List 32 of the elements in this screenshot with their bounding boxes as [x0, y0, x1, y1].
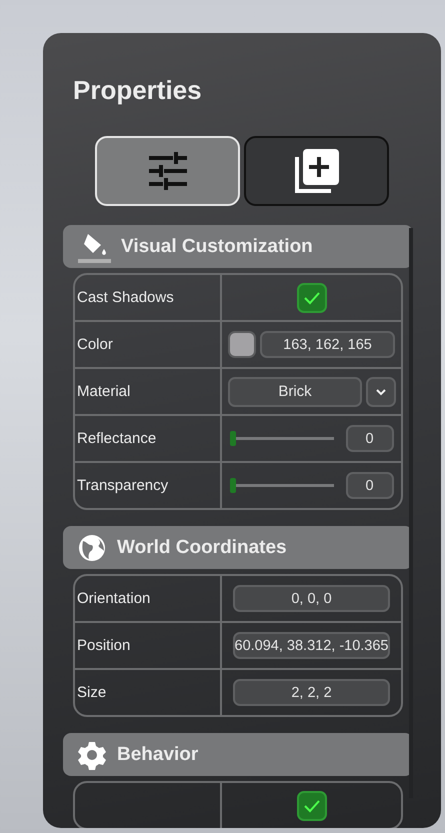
property-label: Reflectance [77, 430, 156, 447]
settings-icon [77, 740, 107, 770]
property-label: Size [77, 684, 106, 701]
slider-thumb[interactable] [230, 431, 236, 446]
material-dropdown[interactable]: Brick [228, 376, 362, 406]
section-title: Behavior [117, 744, 198, 766]
globe-icon [77, 532, 107, 562]
value-field[interactable]: 0, 0, 0 [233, 585, 390, 612]
section-title: Visual Customization [121, 236, 313, 258]
slider-thumb[interactable] [230, 478, 236, 493]
property-label: Position [77, 637, 130, 654]
value-field[interactable]: 60.094, 38.312, -10.365 [233, 632, 390, 659]
tab[interactable] [244, 136, 389, 206]
sliders-icon [146, 150, 188, 192]
value-field[interactable]: 2, 2, 2 [233, 679, 390, 706]
property-label: Material [77, 383, 130, 400]
property-label: Transparency [77, 477, 168, 494]
checkbox[interactable] [296, 282, 326, 312]
property-label: Color [77, 336, 113, 353]
section-title: World Coordinates [117, 536, 287, 558]
dropdown-button[interactable] [366, 376, 396, 406]
chevron-down-icon [375, 388, 387, 396]
color-value-field[interactable]: 163, 162, 165 [260, 331, 395, 358]
property-label: Orientation [77, 590, 150, 607]
color-swatch[interactable] [228, 331, 256, 358]
number-field[interactable]: 0 [346, 425, 394, 452]
panel-title: Properties [73, 75, 202, 106]
number-field[interactable]: 0 [346, 472, 394, 499]
add-layer-icon [292, 147, 340, 195]
checkbox[interactable] [296, 790, 326, 820]
property-label: Cast Shadows [77, 289, 174, 306]
section-header[interactable]: Visual Customization [63, 225, 413, 268]
